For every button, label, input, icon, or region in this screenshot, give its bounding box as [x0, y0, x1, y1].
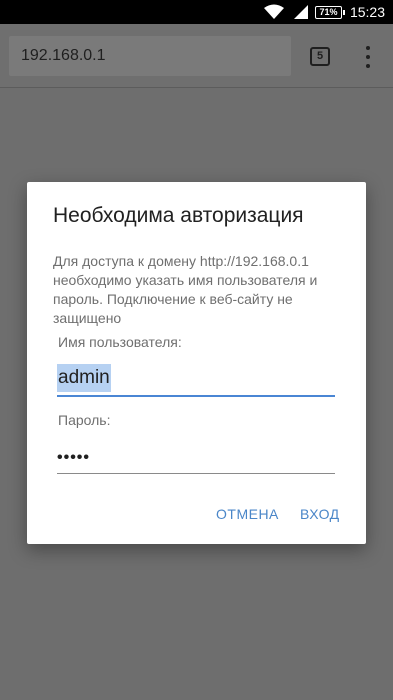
status-bar: 71% 15:23	[0, 0, 393, 24]
more-vertical-icon[interactable]	[360, 44, 376, 70]
browser-toolbar: 192.168.0.1 5	[0, 24, 393, 88]
wifi-icon	[264, 0, 284, 24]
url-bar[interactable]: 192.168.0.1	[9, 36, 291, 76]
signal-icon	[292, 0, 308, 24]
login-button[interactable]: ВХОД	[300, 506, 340, 522]
username-value: admin	[57, 364, 111, 392]
cancel-button[interactable]: ОТМЕНА	[216, 506, 279, 522]
username-field[interactable]: admin	[57, 364, 335, 397]
username-label: Имя пользователя:	[58, 334, 182, 350]
dialog-message: Для доступа к домену http://192.168.0.1 …	[53, 253, 318, 326]
clock: 15:23	[349, 4, 385, 20]
password-field[interactable]: •••••	[57, 446, 335, 474]
tab-switcher-button[interactable]: 5	[310, 47, 330, 66]
battery-percent: 71%	[315, 5, 345, 19]
auth-dialog: Необходима авторизация Для доступа к дом…	[27, 182, 366, 544]
battery-icon: 71%	[315, 0, 345, 24]
password-value: •••••	[57, 449, 91, 466]
password-label: Пароль:	[58, 412, 111, 428]
dialog-title: Необходима авторизация	[53, 204, 304, 227]
